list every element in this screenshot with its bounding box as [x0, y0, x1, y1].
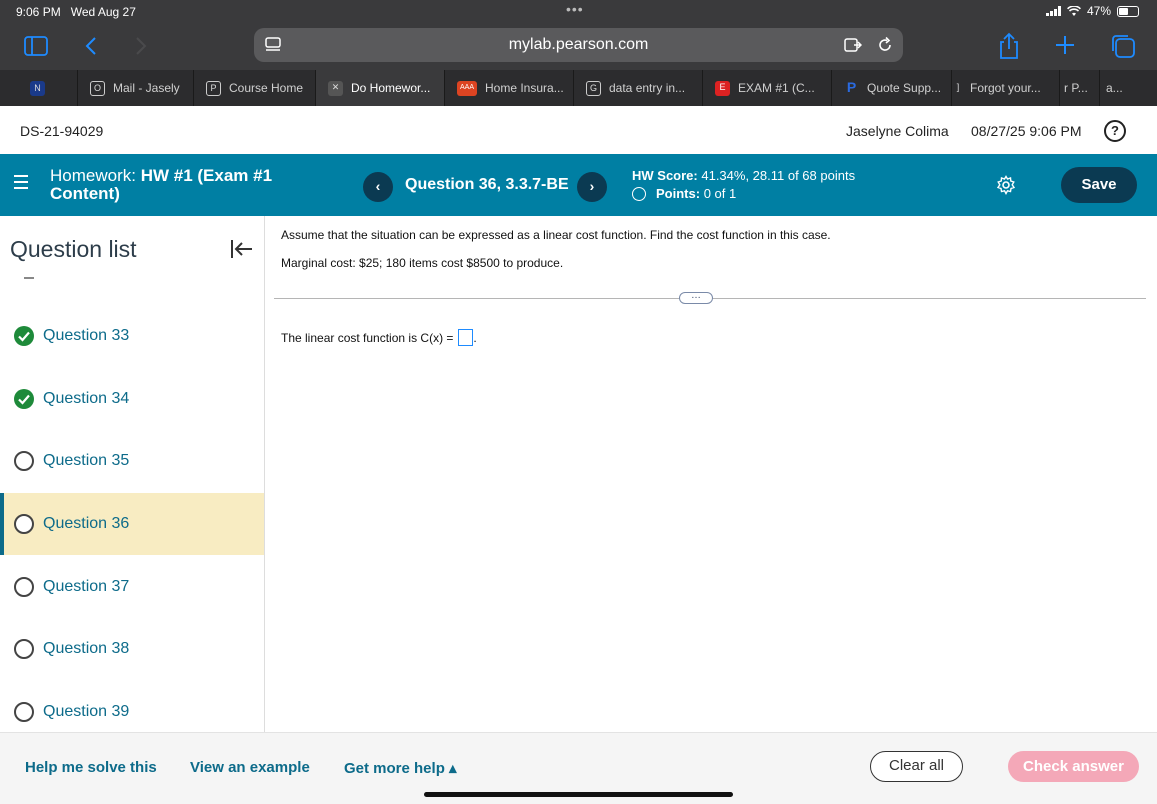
unanswered-circle-icon [14, 577, 34, 597]
unanswered-circle-icon [14, 702, 34, 722]
question-instruction: Assume that the situation can be express… [281, 228, 831, 242]
forward-icon[interactable] [134, 36, 148, 56]
exam-favicon: E [715, 80, 730, 96]
p-favicon: P [206, 80, 221, 96]
answer-suffix: . [473, 330, 477, 345]
multitask-dots-icon[interactable]: ••• [566, 1, 584, 17]
help-me-solve-link[interactable]: Help me solve this [25, 759, 157, 776]
collapse-sidebar-icon[interactable] [230, 238, 254, 260]
answer-input[interactable] [458, 329, 474, 346]
url-text: mylab.pearson.com [508, 36, 649, 53]
question-item-33[interactable]: Question 33 [0, 305, 264, 367]
aaa-favicon: AAA [457, 80, 477, 96]
tab-overview-icon[interactable] [264, 37, 282, 53]
hw-score: HW Score: 41.34%, 28.11 of 68 points [632, 168, 856, 183]
tab-course-home[interactable]: P Course Home [194, 70, 316, 106]
menu-icon[interactable] [14, 175, 28, 193]
gear-icon[interactable] [996, 175, 1016, 195]
home-indicator[interactable] [424, 792, 733, 797]
unanswered-circle-icon [14, 451, 34, 471]
reload-icon[interactable] [876, 36, 894, 54]
tab-home-insurance[interactable]: AAA Home Insura... [445, 70, 574, 106]
previous-question-button[interactable]: ‹ [363, 172, 393, 202]
question-panel: Assume that the situation can be express… [266, 216, 1157, 732]
clear-all-button[interactable]: Clear all [870, 751, 963, 782]
unanswered-circle-icon [14, 639, 34, 659]
question-item-37[interactable]: Question 37 [0, 556, 264, 618]
page-header: DS-21-94029 Jaselyne Colima 08/27/25 9:0… [0, 106, 1157, 154]
help-icon[interactable]: ? [1104, 120, 1126, 142]
x-favicon: ✕ [328, 80, 343, 96]
view-example-link[interactable]: View an example [190, 759, 310, 776]
reader-icon[interactable] [844, 37, 862, 53]
n-favicon: N [30, 80, 45, 96]
address-bar[interactable]: mylab.pearson.com [254, 28, 903, 62]
back-icon[interactable] [84, 36, 98, 56]
points: Points: 0 of 1 [632, 186, 736, 201]
tab-mail[interactable]: O Mail - Jasely [78, 70, 194, 106]
wifi-icon [1067, 5, 1081, 16]
o-favicon: O [90, 80, 105, 96]
page: 9:06 PM Wed Aug 27 ••• 47% mylab.pearson… [0, 0, 1157, 804]
question-given: Marginal cost: $25; 180 items cost $8500… [281, 256, 564, 270]
bracket-favicon: ] [956, 81, 960, 92]
more-options-button[interactable]: … [679, 291, 713, 304]
status-bar: 9:06 PM Wed Aug 27 ••• 47% [0, 0, 1157, 24]
browser-toolbar: mylab.pearson.com [0, 24, 1157, 70]
battery-percent: 47% [1086, 4, 1111, 18]
share-icon[interactable] [998, 32, 1020, 60]
answer-prefix: The linear cost function is C(x) = [281, 330, 454, 345]
tab-do-homework[interactable]: ✕ Do Homewor... [316, 70, 445, 106]
check-icon [14, 389, 34, 409]
paypal-favicon: P [846, 78, 857, 95]
header-datetime: 08/27/25 9:06 PM [971, 123, 1082, 139]
tab-a[interactable]: a... [1100, 70, 1157, 106]
question-list-sidebar: Question list Question 33 Question 34 Qu… [0, 216, 265, 732]
tab-forgot[interactable]: ] Forgot your... [952, 70, 1060, 106]
tabs-overview-icon[interactable] [1110, 33, 1136, 59]
answer-row: The linear cost function is C(x) = . [281, 329, 477, 346]
question-item-36[interactable]: Question 36 [0, 493, 264, 555]
status-right: 47% [1045, 4, 1139, 18]
tab-r[interactable]: r P... [1060, 70, 1100, 106]
question-list-title: Question list [10, 236, 137, 262]
scroll-partial-item [24, 277, 34, 279]
battery-icon [1117, 5, 1139, 17]
g-favicon: G [586, 80, 601, 96]
tab-quote-support[interactable]: P Quote Supp... [832, 70, 952, 106]
next-question-button[interactable]: › [577, 172, 607, 202]
question-item-35[interactable]: Question 35 [0, 430, 264, 492]
question-item-34[interactable]: Question 34 [0, 368, 264, 430]
question-item-38[interactable]: Question 38 [0, 618, 264, 680]
tab-exam[interactable]: E EXAM #1 (C... [703, 70, 832, 106]
check-icon [14, 326, 34, 346]
get-more-help-link[interactable]: Get more help ▴ [344, 759, 457, 777]
sidebar-toggle-icon[interactable] [24, 36, 48, 56]
save-button[interactable]: Save [1061, 167, 1137, 203]
tab-n[interactable]: N [0, 70, 78, 106]
course-code: DS-21-94029 [20, 123, 104, 139]
question-label: Question 36, 3.3.7-BE [405, 176, 569, 193]
new-tab-icon[interactable] [1054, 34, 1076, 56]
tab-data-entry[interactable]: Gdata entry in... [574, 70, 703, 106]
user-name: Jaselyne Colima [846, 123, 949, 139]
homework-bar: Homework: HW #1 (Exam #1 Content) ‹ Ques… [0, 154, 1157, 216]
action-bar: Help me solve this View an example Get m… [0, 732, 1157, 804]
unanswered-circle-icon [14, 514, 34, 534]
cellular-signal-icon [1045, 6, 1061, 16]
tab-strip: N O Mail - Jasely P Course Home ✕ Do Homewo… [0, 70, 1157, 106]
points-status-icon [632, 186, 646, 201]
homework-title: Homework: HW #1 (Exam #1 Content) [50, 166, 273, 203]
check-answer-button[interactable]: Check answer [1008, 751, 1139, 782]
status-time: 9:06 PM Wed Aug 27 [16, 5, 136, 19]
